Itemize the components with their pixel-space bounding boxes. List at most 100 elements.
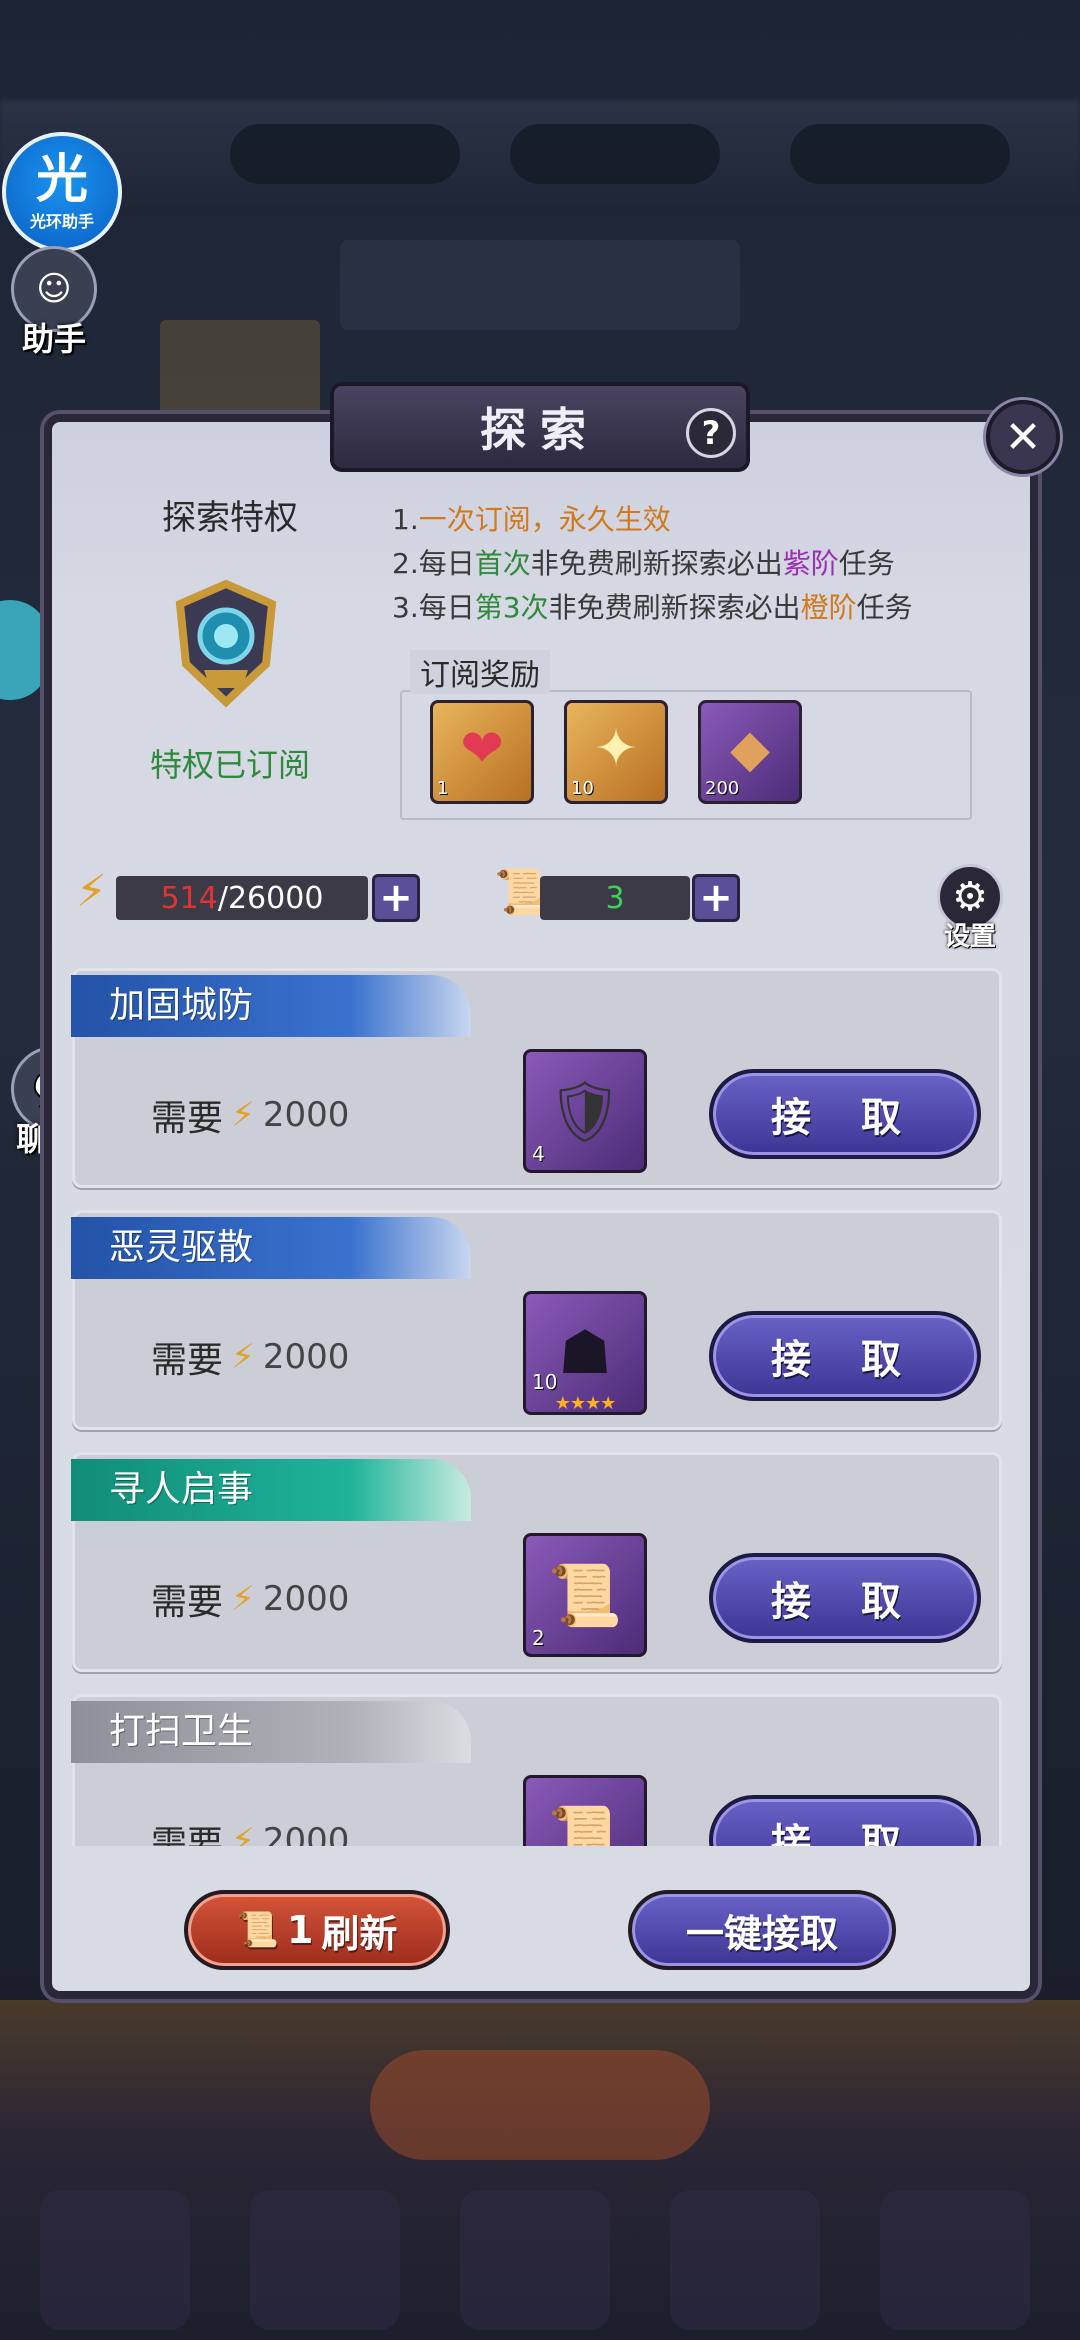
task-reward-item[interactable]: ☗ 10 ★★★★ [523,1291,647,1415]
reward-item[interactable]: ❤ 1 [430,700,534,804]
assistant-button[interactable]: 光 光环助手 [2,132,122,252]
accept-task-button[interactable]: 接 取 [709,1069,981,1159]
task-card: 加固城防 需要 ⚡ 2000 🛡 4 接 取 [71,968,1002,1188]
bg-pill [230,124,460,184]
blue-scroll-icon: 📜 [547,1561,623,1631]
close-button[interactable]: ✕ [986,400,1060,474]
shield-emblem-icon: 🛡 [546,1077,624,1147]
privilege-rule-line: 1.一次订阅，永久生效 [392,498,913,542]
cost-value: 2000 [262,1337,350,1377]
task-cost: 需要 ⚡ 2000 [151,1331,349,1383]
energy-bolt-icon: ⚡ [231,1821,255,1846]
reward-qty: 200 [705,778,740,799]
heart-gem-icon: ❤ [460,719,504,779]
energy-bar: 514/26000 [116,876,368,920]
reward-qty: 10 [532,1370,558,1394]
rule-number: 2. [392,547,419,580]
plus-icon: + [699,875,733,921]
need-label: 需要 [151,1824,224,1846]
reward-item[interactable]: ✦ 10 [564,700,668,804]
accept-task-button[interactable]: 接 取 [709,1553,981,1643]
privilege-rule-line: 2.每日首次非免费刷新探索必出紫阶任务 [392,542,913,586]
helper-button[interactable]: ☺ 助手 [6,246,102,360]
privilege-title: 探索特权 [162,498,298,538]
assistant-logo: 光 [35,150,88,210]
bg-dock-slot [670,2190,820,2330]
energy-max: /26000 [217,880,324,916]
privilege-rule-line: 3.每日第3次非免费刷新探索必出橙阶任务 [392,586,913,630]
task-list[interactable]: 加固城防 需要 ⚡ 2000 🛡 4 接 取 恶灵驱散 需要 ⚡ 2000 ☗ … [58,958,1022,1846]
bg-banner [340,240,740,330]
reward-qty: 2 [532,1626,545,1650]
task-card: 寻人启事 需要 ⚡ 2000 📜 2 接 取 [71,1452,1002,1672]
cost-value: 2000 [262,1579,350,1619]
energy-bolt-icon: ⚡ [76,866,107,917]
privilege-rules: 1.一次订阅，永久生效 2.每日首次非免费刷新探索必出紫阶任务 3.每日第3次非免费… [392,498,913,630]
energy-bolt-icon: ⚡ [231,1095,255,1135]
task-reward-item[interactable]: 📜 [523,1775,647,1846]
accept-task-button[interactable]: 接 取 [709,1311,981,1401]
bg-pill [510,124,720,184]
reward-qty: 1 [437,778,449,799]
rarity-stars: ★★★★ [554,1393,617,1414]
settings-button[interactable]: ⚙ 设置 [934,864,1006,953]
rule-number: 1. [392,503,419,536]
add-scroll-button[interactable]: + [692,874,740,922]
reward-item[interactable]: ◆ 200 [698,700,802,804]
rule-text: 一次订阅，永久生效 [418,503,671,536]
close-icon: ✕ [1004,411,1042,463]
rule-text: 任务 [838,547,895,580]
bg-bottom-button [370,2050,710,2160]
task-reward-item[interactable]: 📜 2 [523,1533,647,1657]
rule-text: 非免费刷新探索必出 [530,547,783,580]
energy-bolt-icon: ⚡ [231,1337,255,1377]
need-label: 需要 [151,1340,224,1381]
rule-text: 任务 [856,591,913,624]
rule-text: 非免费刷新探索必出 [548,591,801,624]
reward-qty: 4 [532,1142,545,1166]
assistant-label: 光环助手 [29,212,94,231]
rule-text: 第3次 [474,591,549,624]
task-reward-item[interactable]: 🛡 4 [523,1049,647,1173]
rule-number: 3. [392,591,419,624]
help-button[interactable]: ? [686,408,736,458]
need-label: 需要 [151,1098,224,1139]
bg-dock-slot [40,2190,190,2330]
need-label: 需要 [151,1582,224,1623]
rule-text: 紫阶 [782,547,839,580]
plus-icon: + [379,875,413,921]
refresh-count: 1 [286,1908,314,1952]
refresh-button[interactable]: 📜 1 刷新 [184,1890,450,1970]
energy-current: 514 [160,880,218,916]
accept-all-button[interactable]: 一键接取 [628,1890,896,1970]
task-card: 恶灵驱散 需要 ⚡ 2000 ☗ 10 ★★★★ 接 取 [71,1210,1002,1430]
privilege-status: 特权已订阅 [149,746,310,784]
blue-scroll-icon: 📜 [547,1803,623,1846]
subscription-reward-label: 订阅奖励 [410,650,550,694]
bg-dock-slot [880,2190,1030,2330]
scroll-count: 3 [605,880,625,916]
scroll-icon: 📜 [236,1910,279,1950]
task-cost: 需要 ⚡ 2000 [151,1573,349,1625]
ore-chunk-icon: ◆ [730,719,770,779]
winged-crystal-icon: ✦ [594,719,638,779]
panel-title: 探索 [480,403,600,457]
privilege-emblem-icon [175,579,277,708]
accept-task-button[interactable]: 接 取 [709,1795,981,1846]
cost-value: 2000 [262,1821,350,1846]
energy-bolt-icon: ⚡ [231,1579,255,1619]
task-name: 加固城防 [71,975,471,1037]
rule-text: 每日 [418,547,475,580]
cost-value: 2000 [262,1095,350,1135]
reward-qty: 10 [571,778,594,799]
scroll-count-bar: 3 [540,876,690,920]
rule-text: 首次 [474,547,531,580]
task-cost: 需要 ⚡ 2000 [151,1815,349,1846]
refresh-label: 刷新 [321,1911,398,1956]
bg-pill [790,124,1010,184]
task-card: 打扫卫生 需要 ⚡ 2000 📜 接 取 [71,1694,1002,1846]
question-icon: ? [701,414,721,452]
task-name: 恶灵驱散 [71,1217,471,1279]
bg-dock-slot [250,2190,400,2330]
add-energy-button[interactable]: + [372,874,420,922]
